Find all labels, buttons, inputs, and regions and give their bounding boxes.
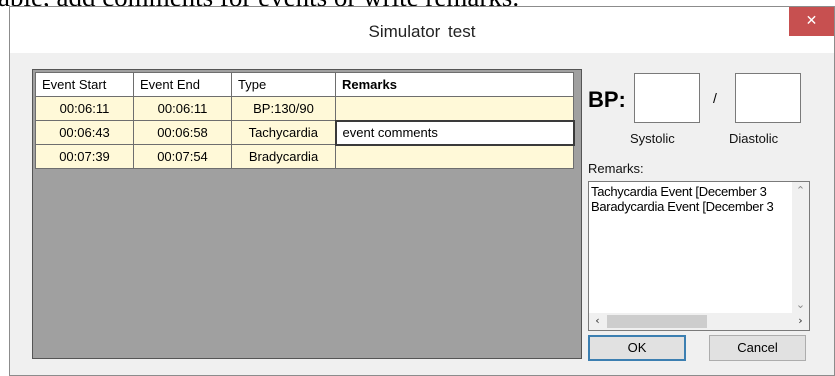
table-row[interactable]: 00:07:39 00:07:54 Bradycardia bbox=[35, 144, 574, 169]
column-header-remarks[interactable]: Remarks bbox=[335, 72, 574, 97]
remarks-edit-cell[interactable]: event comments bbox=[334, 119, 575, 146]
horizontal-scroll-thumb[interactable] bbox=[607, 315, 707, 328]
chevron-up-icon[interactable]: ⌃ bbox=[792, 184, 809, 197]
chevron-down-icon[interactable]: ⌄ bbox=[792, 298, 809, 311]
ok-button[interactable]: OK bbox=[588, 335, 686, 361]
remarks-label: Remarks: bbox=[588, 161, 644, 176]
systolic-input[interactable] bbox=[634, 73, 700, 123]
column-header-event-start[interactable]: Event Start bbox=[35, 72, 134, 97]
bp-separator: / bbox=[713, 90, 717, 106]
close-button[interactable]: ✕ bbox=[789, 7, 834, 36]
bp-label: BP: bbox=[588, 87, 626, 112]
table-header-row: Event Start Event End Type Remarks bbox=[35, 72, 574, 97]
cell-type[interactable]: BP:130/90 bbox=[231, 96, 336, 121]
cell-remarks[interactable] bbox=[335, 96, 574, 121]
cancel-button[interactable]: Cancel bbox=[709, 335, 806, 361]
remarks-text: Tachycardia Event [December 3 Baradycard… bbox=[591, 184, 774, 214]
table-row[interactable]: 00:06:43 00:06:58 Tachycardia event comm… bbox=[35, 119, 575, 146]
simulator-dialog: Simulator test ✕ Event Start Event End T… bbox=[9, 6, 835, 376]
systolic-label: Systolic bbox=[630, 131, 675, 146]
diastolic-label: Diastolic bbox=[729, 131, 779, 146]
table-row[interactable]: 00:06:11 00:06:11 BP:130/90 bbox=[35, 96, 574, 121]
cell-remarks[interactable] bbox=[335, 144, 574, 169]
close-icon: ✕ bbox=[805, 13, 818, 29]
events-grid: Event Start Event End Type Remarks 00:06… bbox=[32, 69, 582, 359]
chevron-right-icon[interactable]: › bbox=[792, 314, 809, 327]
cell-event-end[interactable]: 00:06:58 bbox=[133, 120, 232, 145]
cell-event-start[interactable]: 00:07:39 bbox=[35, 144, 134, 169]
cell-type[interactable]: Tachycardia bbox=[231, 120, 336, 145]
diastolic-input[interactable] bbox=[735, 73, 801, 123]
cell-event-end[interactable]: 00:07:54 bbox=[133, 144, 232, 169]
cell-event-start[interactable]: 00:06:11 bbox=[35, 96, 134, 121]
column-header-event-end[interactable]: Event End bbox=[133, 72, 232, 97]
column-header-type[interactable]: Type bbox=[231, 72, 336, 97]
cell-event-end[interactable]: 00:06:11 bbox=[133, 96, 232, 121]
cell-event-start[interactable]: 00:06:43 bbox=[35, 120, 134, 145]
vertical-scrollbar[interactable]: ⌃ ⌄ bbox=[792, 182, 809, 313]
chevron-left-icon[interactable]: ‹ bbox=[589, 314, 606, 327]
window-title: Simulator test bbox=[368, 22, 476, 41]
remarks-textarea[interactable]: Tachycardia Event [December 3 Baradycard… bbox=[588, 181, 810, 331]
horizontal-scrollbar[interactable]: ‹ › bbox=[589, 313, 809, 330]
cell-type[interactable]: Bradycardia bbox=[231, 144, 336, 169]
events-table: Event Start Event End Type Remarks 00:06… bbox=[35, 72, 575, 169]
title-bar: Simulator test ✕ bbox=[10, 7, 834, 53]
